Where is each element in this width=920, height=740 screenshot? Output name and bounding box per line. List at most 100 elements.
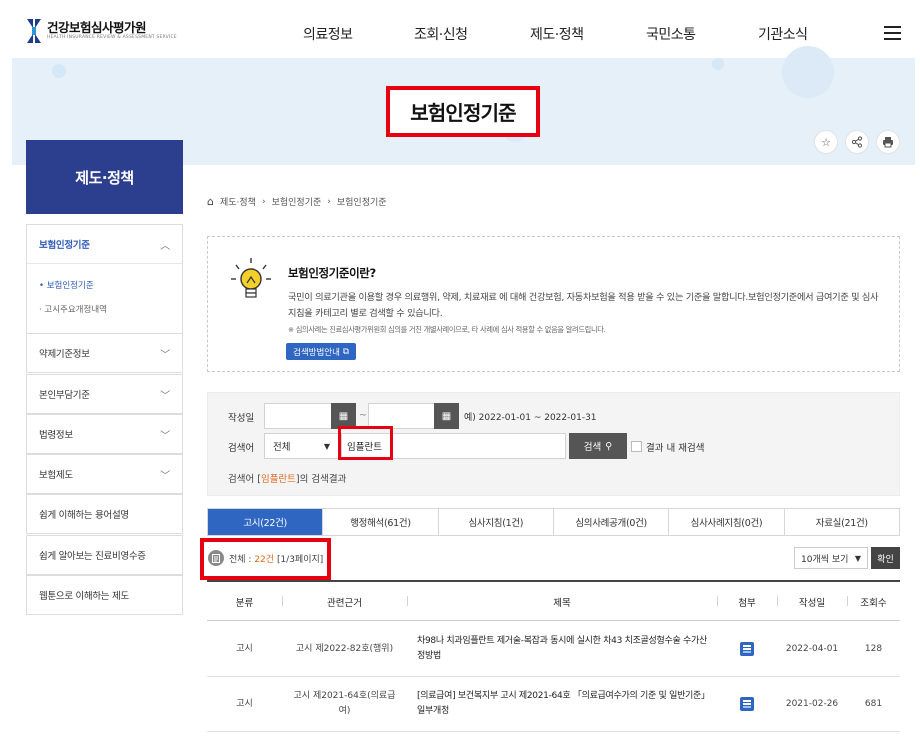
- category-tabs: 고시(22건) 행정해석(61건) 심사지침(1건) 심의사례공개(0건) 심사…: [207, 508, 900, 536]
- sidebar-submenu: • 보험인정기준 · 고시주요개정내역: [27, 263, 182, 334]
- page-title: 보험인정기준: [386, 86, 540, 137]
- row-views: 681: [864, 698, 883, 709]
- row-date: 2021-02-26: [785, 698, 839, 709]
- nav-communication[interactable]: 국민소통: [646, 24, 696, 44]
- decor-bubble: [712, 58, 724, 70]
- sidebar-item-insurance-system[interactable]: 보험제도 ﹀: [26, 454, 183, 494]
- search-button-label: 검색: [583, 442, 602, 453]
- sidebar-item-copay[interactable]: 본인부담기준 ﹀: [26, 374, 183, 414]
- chevron-right-icon: ›: [327, 196, 331, 207]
- row-category: 고시: [236, 698, 253, 709]
- column-header: 첨부: [738, 597, 756, 609]
- info-title: 보험인정기준이란?: [288, 266, 376, 280]
- row-basis: 고시 제2022-82호(행위): [295, 643, 394, 654]
- sidebar-item-webtoon[interactable]: 웹툰으로 이해하는 제도: [26, 575, 183, 615]
- breadcrumb: ⌂ 제도·정책 › 보험인정기준 › 보험인정기준: [207, 195, 387, 208]
- row-title-link[interactable]: 차98나 치과임플란트 제거술-복잡과 동시에 실시한 차43 치조골성형수술 …: [417, 622, 712, 676]
- column-header: 조회수: [860, 597, 887, 609]
- chevron-down-icon: ﹀: [160, 430, 170, 442]
- sidebar-group-insurance-criteria: 보험인정기준 ︿ • 보험인정기준 · 고시주요개정내역: [26, 224, 183, 335]
- chevron-down-icon: ﹀: [160, 349, 170, 361]
- row-date: 2022-04-01: [785, 643, 839, 654]
- sidebar-item-law[interactable]: 법령정보 ﹀: [26, 414, 183, 454]
- attachment-file-icon: [740, 697, 754, 711]
- caret-down-icon: ▼: [854, 553, 861, 563]
- sidebar-item-label: 본인부담기준: [39, 390, 90, 401]
- nav-news[interactable]: 기관소식: [758, 24, 808, 44]
- search-guide-label: 검색방법안내: [293, 347, 340, 358]
- search-scope-value: 전체: [273, 442, 291, 453]
- home-icon[interactable]: ⌂: [207, 195, 214, 208]
- date-example: 예) 2022-01-01 ~ 2022-01-31: [464, 413, 597, 423]
- chevron-right-icon: ›: [261, 196, 266, 207]
- nav-policy[interactable]: 제도·정책: [530, 24, 584, 44]
- page-info: [1/3페이지]: [276, 554, 324, 565]
- sidebar-item-label: 약제기준정보: [39, 349, 90, 360]
- sidebar-title: 제도·정책: [26, 140, 183, 214]
- document-icon: [208, 550, 224, 566]
- row-attachment[interactable]: [717, 622, 777, 676]
- research-label: 결과 내 재검색: [646, 443, 705, 454]
- sidebar-subitem-criteria[interactable]: • 보험인정기준: [39, 274, 170, 298]
- tab-resources[interactable]: 자료실(21건): [783, 509, 899, 535]
- keyword-highlight-box: [338, 426, 393, 460]
- sidebar-item-drug-criteria[interactable]: 약제기준정보 ﹀: [26, 333, 183, 373]
- search-button[interactable]: 검색 ⚲: [569, 433, 627, 459]
- research-checkbox[interactable]: [631, 441, 642, 452]
- date-label: 작성일: [228, 413, 255, 424]
- share-icon[interactable]: [845, 130, 869, 154]
- table-header: 분류 관련근거 제목 첨부 작성일 조회수: [207, 580, 900, 621]
- tab-case-disclosure[interactable]: 심의사례공개(0건): [552, 509, 668, 535]
- start-date-input[interactable]: [264, 403, 332, 429]
- search-panel: 작성일 ▦ ~ ▦ 예) 2022-01-01 ~ 2022-01-31 검색어…: [207, 392, 900, 496]
- column-header: 제목: [553, 597, 571, 609]
- nav-medical-info[interactable]: 의료정보: [303, 24, 353, 44]
- sidebar-item-label: 쉽게 이해하는 용어설명: [39, 510, 129, 521]
- info-box: 보험인정기준이란? 국민이 의료기관을 이용할 경우 의료행위, 약제, 치료재…: [207, 236, 900, 372]
- total-count-value: 22건: [254, 554, 275, 565]
- lightbulb-icon: [231, 258, 271, 298]
- chevron-down-icon: ﹀: [160, 470, 170, 482]
- chevron-up-icon: ︿: [160, 240, 170, 252]
- tab-review-guide[interactable]: 심사지침(1건): [437, 509, 553, 535]
- info-note: ※ 심의사례는 진료심사평가위원회 심의를 거친 개별사례이므로, 타 사례에 …: [288, 325, 606, 334]
- table-row[interactable]: 고시 고시 제2022-82호(행위) 차98나 치과임플란트 제거술-복잡과 …: [207, 622, 900, 677]
- star-icon[interactable]: ☆: [814, 130, 838, 154]
- row-attachment[interactable]: [717, 677, 777, 731]
- sidebar-item-receipt[interactable]: 쉽게 알아보는 진료비영수증: [26, 535, 183, 575]
- tab-admin-interpretation[interactable]: 행정해석(61건): [322, 509, 437, 535]
- site-header: 건강보험심사평가원 HEALTH INSURANCE REVIEW & ASSE…: [0, 0, 920, 62]
- breadcrumb-item[interactable]: 제도·정책: [220, 195, 256, 208]
- page-size-value: 10개씩 보기: [801, 554, 849, 565]
- search-guide-button[interactable]: 검색방법안내 ⧉: [286, 343, 356, 360]
- tab-notice[interactable]: 고시(22건): [208, 509, 323, 535]
- breadcrumb-item[interactable]: 보험인정기준: [272, 195, 322, 208]
- nav-inquiry[interactable]: 조회·신청: [414, 24, 468, 44]
- print-icon[interactable]: [876, 130, 900, 154]
- result-keyword: 임플란트: [260, 474, 296, 485]
- info-description: 국민이 의료기관을 이용할 경우 의료행위, 약제, 치료재료 에 대해 건강보…: [288, 292, 879, 319]
- hamburger-menu-icon[interactable]: [884, 26, 901, 40]
- keyword-label: 검색어: [228, 443, 255, 454]
- decor-bubble: [52, 64, 66, 78]
- breadcrumb-item[interactable]: 보험인정기준: [337, 195, 387, 208]
- row-title-link[interactable]: [의료급여] 보건복지부 고시 제2021-64호 「의료급여수가의 기준 및 …: [417, 677, 712, 731]
- sidebar-item-label: 보험인정기준: [39, 240, 90, 251]
- site-logo[interactable]: 건강보험심사평가원 HEALTH INSURANCE REVIEW & ASSE…: [26, 18, 177, 44]
- sidebar-item-label: 웹툰으로 이해하는 제도: [39, 591, 129, 602]
- calendar-icon[interactable]: ▦: [434, 403, 459, 429]
- confirm-button[interactable]: 확인: [871, 547, 900, 569]
- search-result-text: 검색어 [임플란트]의 검색결과: [228, 474, 347, 485]
- row-category: 고시: [236, 643, 253, 654]
- sidebar-item-label: 보험제도: [39, 470, 73, 481]
- external-link-icon: ⧉: [342, 346, 349, 357]
- sidebar-subitem-revisions[interactable]: · 고시주요개정내역: [39, 298, 170, 322]
- sidebar-item-label: 법령정보: [39, 430, 73, 441]
- tab-case-guide[interactable]: 심사사례지침(0건): [668, 509, 783, 535]
- sidebar-item-insurance-criteria[interactable]: 보험인정기준 ︿: [27, 225, 182, 263]
- table-row[interactable]: 고시 고시 제2021-64호(의료급여) [의료급여] 보건복지부 고시 제2…: [207, 677, 900, 732]
- search-scope-select[interactable]: 전체 ▼: [264, 433, 339, 459]
- page-size-select[interactable]: 10개씩 보기 ▼: [794, 547, 868, 569]
- sidebar-item-glossary[interactable]: 쉽게 이해하는 용어설명: [26, 494, 183, 534]
- sidebar-item-label: 쉽게 알아보는 진료비영수증: [39, 551, 146, 562]
